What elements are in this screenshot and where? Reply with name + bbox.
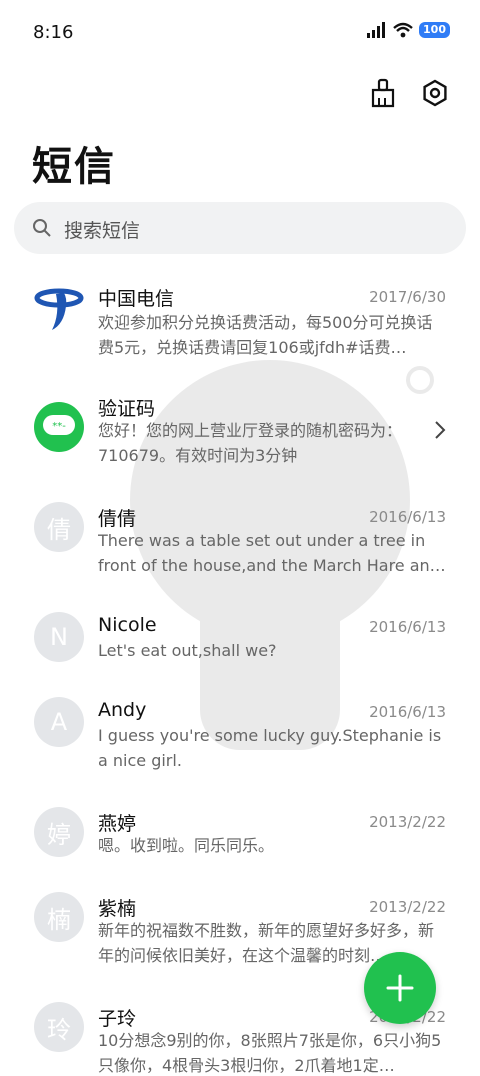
contact-name: 中国电信 [98,288,175,310]
message-date: 2013/2/22 [369,813,446,831]
contact-name: 验证码 [98,398,156,420]
message-date: 2017/6/30 [369,288,446,306]
message-date: 2016/6/13 [369,508,446,526]
plus-icon [386,974,414,1002]
status-bar: 8:16 100 [0,0,480,66]
china-telecom-logo-icon [34,284,84,334]
avatar: 婷 [34,807,84,857]
clean-brush-icon[interactable] [368,78,398,108]
settings-icon[interactable] [420,78,450,108]
avatar: A [34,697,84,747]
message-date: 2013/2/22 [369,898,446,916]
battery-indicator: 100 [419,22,450,38]
message-preview: 嗯。收到啦。同乐同乐。 [98,836,275,855]
avatar: 玲 [34,1002,84,1052]
avatar: 倩 [34,502,84,552]
sms-code-icon: **- [34,402,84,452]
message-preview: There was a table set out under a tree i… [98,531,446,575]
message-preview: 您好！您的网上营业厅登录的随机密码为：710679。有效时间为3分钟 [98,421,403,465]
message-preview: 欢迎参加积分兑换话费活动，每500分可兑换话费5元，兑换话费请回复106或jfd… [98,313,433,357]
new-message-button[interactable] [364,952,436,1024]
contact-name: 子玲 [98,1008,137,1030]
contact-name: 燕婷 [98,813,137,835]
avatar: 楠 [34,892,84,942]
message-preview: I guess you're some lucky guy.Stephanie … [98,726,442,770]
contact-name: Nicole [98,614,157,636]
contact-name: 紫楠 [98,898,137,920]
avatar: N [34,612,84,662]
page-title: 短信 [32,144,116,190]
wifi-icon [393,22,413,38]
chevron-right-icon[interactable] [434,420,446,440]
search-input[interactable]: 搜索短信 [14,202,466,254]
search-icon [33,219,51,237]
message-preview: Let's eat out,shall we? [98,641,277,660]
status-time: 8:16 [33,22,74,43]
contact-name: Andy [98,699,147,721]
message-preview: 10分想念9别的你，8张照片7张是你，6只小狗5只像你，4根骨头3根归你，2爪着… [98,1031,442,1075]
svg-text:**-: **- [52,421,66,432]
message-date: 2016/6/13 [369,703,446,721]
message-date: 2016/6/13 [369,618,446,636]
signal-icon [367,22,386,38]
search-placeholder: 搜索短信 [64,220,141,242]
contact-name: 倩倩 [98,508,137,530]
